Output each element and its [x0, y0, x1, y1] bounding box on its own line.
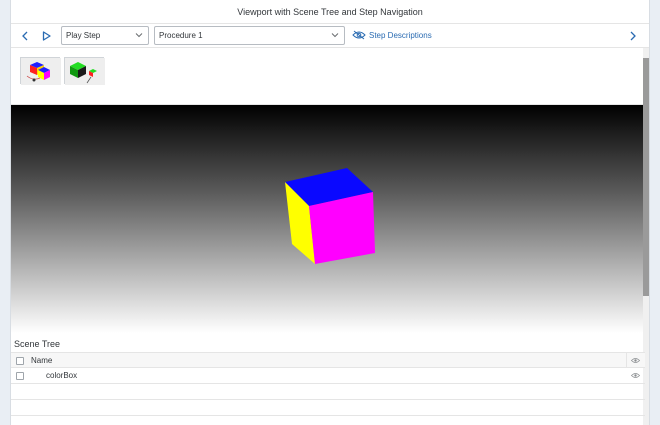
visibility-header-icon — [631, 358, 640, 363]
scrollbar-thumb[interactable] — [643, 58, 649, 296]
chevron-down-icon — [331, 33, 339, 38]
multi-cube-thumbnail-icon — [21, 58, 61, 85]
chevron-left-icon — [22, 31, 28, 41]
column-divider — [626, 353, 627, 367]
procedure-select-value: Procedure 1 — [159, 31, 203, 40]
eye-hidden-icon — [352, 30, 366, 40]
play-step-select[interactable]: Play Step — [61, 26, 149, 45]
select-all-checkbox[interactable] — [16, 357, 24, 365]
play-step-select-value: Play Step — [66, 31, 101, 40]
window-title: Viewport with Scene Tree and Step Naviga… — [11, 0, 649, 24]
step-thumbnail-1[interactable] — [20, 57, 61, 85]
step-descriptions-toggle[interactable]: Step Descriptions — [352, 30, 432, 40]
procedure-select[interactable]: Procedure 1 — [154, 26, 345, 45]
previous-step-button[interactable] — [17, 28, 33, 44]
scene-tree-table: Name colorBox — [11, 352, 645, 416]
table-row[interactable]: colorBox — [11, 368, 645, 384]
node-name: colorBox — [46, 371, 78, 380]
step-thumbnails — [11, 48, 649, 105]
3d-viewport[interactable] — [11, 105, 645, 333]
step-descriptions-label: Step Descriptions — [369, 30, 432, 40]
visibility-eye-icon[interactable] — [631, 372, 640, 379]
empty-row — [11, 400, 645, 416]
scene-tree-title: Scene Tree — [14, 339, 61, 349]
empty-row — [11, 384, 645, 400]
play-icon — [42, 31, 51, 41]
step-thumbnail-2[interactable] — [64, 57, 105, 85]
app-window: Viewport with Scene Tree and Step Naviga… — [10, 0, 650, 425]
chevron-right-icon — [630, 31, 636, 41]
color-box-model[interactable] — [11, 105, 645, 333]
play-button[interactable] — [38, 28, 54, 44]
chevron-down-icon — [135, 33, 143, 38]
scene-tree-header-row: Name — [11, 352, 645, 368]
next-step-button[interactable] — [625, 28, 641, 44]
column-header-name: Name — [31, 356, 53, 365]
green-cube-thumbnail-icon — [65, 58, 105, 85]
row-checkbox[interactable] — [16, 372, 24, 380]
step-toolbar: Play Step Procedure 1 Step Descriptions — [11, 24, 649, 48]
